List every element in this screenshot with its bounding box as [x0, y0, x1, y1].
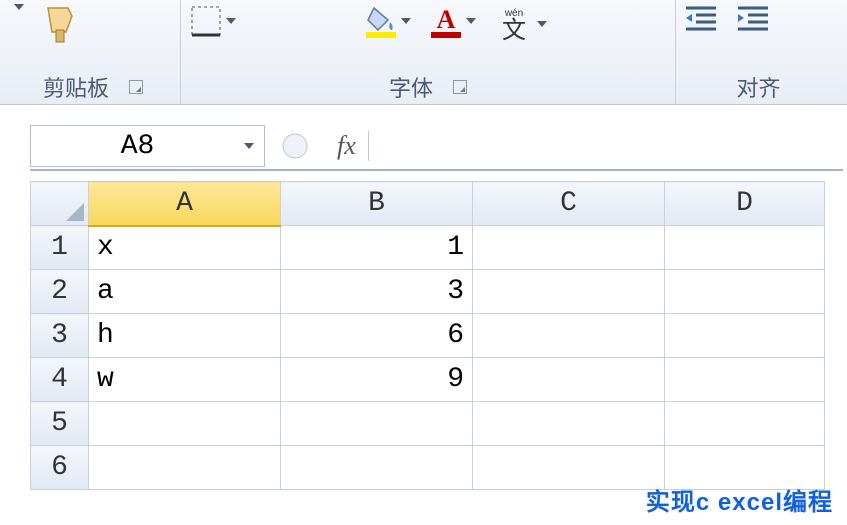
formula-bar: fx	[265, 125, 843, 167]
chevron-down-icon	[401, 18, 411, 24]
chevron-down-icon	[466, 18, 476, 24]
table-row: 5	[31, 402, 825, 446]
name-box-value: A8	[31, 131, 244, 162]
font-color-icon: A	[429, 4, 463, 38]
cell[interactable]	[473, 226, 665, 270]
cell[interactable]	[89, 402, 281, 446]
cell[interactable]	[665, 358, 825, 402]
row-header[interactable]: 3	[31, 314, 89, 358]
cell[interactable]: 9	[281, 358, 473, 402]
phonetic-icon: wén 文	[494, 4, 534, 44]
align-group-label: 对齐	[736, 71, 780, 103]
name-box[interactable]: A8	[30, 125, 265, 167]
row-header[interactable]: 1	[31, 226, 89, 270]
cell[interactable]	[473, 314, 665, 358]
column-header-C[interactable]: C	[473, 182, 665, 226]
table-row: 1 x 1	[31, 226, 825, 270]
column-header-D[interactable]: D	[665, 182, 825, 226]
cell[interactable]: x	[89, 226, 281, 270]
font-dialog-launcher[interactable]	[453, 80, 467, 94]
table-row: 2 a 3	[31, 270, 825, 314]
row-header[interactable]: 2	[31, 270, 89, 314]
row-header[interactable]: 6	[31, 446, 89, 490]
spreadsheet-grid: A B C D 1 x 1 2 a 3 3 h 6 4	[30, 181, 825, 490]
chevron-down-icon	[226, 18, 236, 24]
paste-dropdown[interactable]	[14, 4, 24, 10]
watermark-text: 实现c excel编程	[646, 482, 833, 517]
chevron-down-icon	[14, 4, 24, 10]
cell[interactable]	[89, 446, 281, 490]
increase-indent-button[interactable]	[736, 4, 770, 32]
cell[interactable]	[281, 446, 473, 490]
svg-text:文: 文	[502, 17, 526, 44]
border-icon	[189, 4, 223, 38]
paint-bucket-icon	[364, 4, 398, 38]
phonetic-guide-button[interactable]: wén 文	[494, 4, 547, 44]
decrease-indent-icon	[684, 4, 718, 32]
font-group-label: 字体	[389, 71, 433, 103]
cell[interactable]	[473, 402, 665, 446]
decrease-indent-button[interactable]	[684, 4, 718, 32]
font-color-button[interactable]: A	[429, 4, 476, 38]
clipboard-dialog-launcher[interactable]	[129, 80, 143, 94]
border-button[interactable]	[189, 4, 236, 38]
clipboard-group-label: 剪贴板	[43, 71, 109, 103]
chevron-down-icon	[537, 21, 547, 27]
cell[interactable]	[473, 270, 665, 314]
ribbon-group-clipboard: 剪贴板	[6, 0, 181, 104]
svg-text:A: A	[437, 5, 456, 34]
cell[interactable]: 1	[281, 226, 473, 270]
formula-input[interactable]	[369, 125, 843, 167]
column-header-B[interactable]: B	[281, 182, 473, 226]
ribbon-group-font: A wén 文 字体	[181, 0, 676, 104]
select-all-corner[interactable]	[31, 182, 89, 226]
format-painter-icon	[42, 4, 80, 44]
formula-bar-row: A8 fx	[30, 123, 843, 171]
row-header[interactable]: 5	[31, 402, 89, 446]
cell[interactable]	[473, 446, 665, 490]
table-row: 3 h 6	[31, 314, 825, 358]
cell[interactable]: 6	[281, 314, 473, 358]
cell[interactable]	[665, 270, 825, 314]
cell[interactable]	[281, 402, 473, 446]
table-row: 4 w 9	[31, 358, 825, 402]
ribbon-toolbar: 剪贴板 A	[0, 0, 847, 105]
cell[interactable]	[665, 402, 825, 446]
column-header-A[interactable]: A	[89, 182, 281, 226]
fx-button[interactable]: fx	[325, 131, 369, 161]
row-header[interactable]: 4	[31, 358, 89, 402]
cell[interactable]: a	[89, 270, 281, 314]
cell[interactable]	[473, 358, 665, 402]
grid-body: 1 x 1 2 a 3 3 h 6 4 w 9 5	[31, 226, 825, 490]
fill-color-button[interactable]	[364, 4, 411, 38]
cell[interactable]: h	[89, 314, 281, 358]
cell[interactable]: 3	[281, 270, 473, 314]
cell[interactable]	[665, 314, 825, 358]
formula-cancel-icon[interactable]	[281, 132, 309, 160]
format-painter-button[interactable]	[42, 4, 80, 44]
increase-indent-icon	[736, 4, 770, 32]
cell[interactable]	[665, 226, 825, 270]
cell[interactable]: w	[89, 358, 281, 402]
chevron-down-icon	[244, 143, 254, 149]
ribbon-group-alignment: 对齐	[676, 0, 841, 104]
